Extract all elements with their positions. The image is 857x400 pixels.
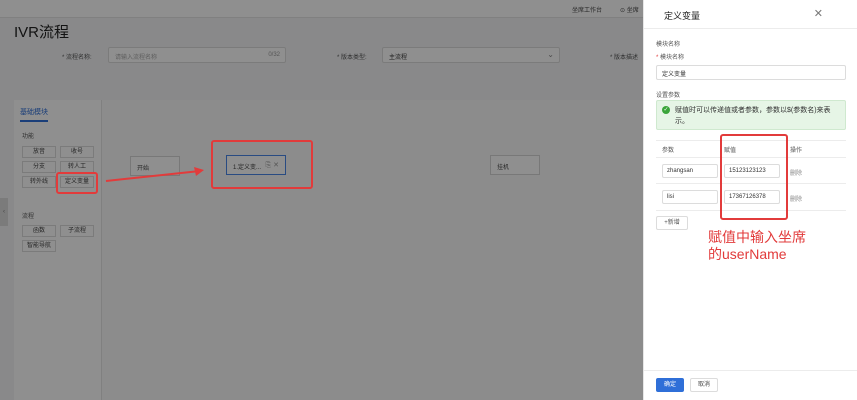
palette-item-collect[interactable]: 收号 bbox=[60, 146, 94, 158]
annotation-line-2: 的userName bbox=[708, 246, 787, 262]
check-circle-icon: ✓ bbox=[662, 106, 670, 114]
drawer-footer-divider bbox=[644, 370, 857, 371]
col-header-action: 操作 bbox=[790, 148, 803, 154]
workbench-link[interactable]: 坐席工作台 bbox=[572, 5, 602, 14]
user-menu[interactable]: ⊙ 坐席 bbox=[620, 5, 639, 14]
confirm-button[interactable]: 确定 bbox=[656, 378, 684, 392]
annotation-line-1: 赋值中输入坐席 bbox=[708, 229, 806, 245]
page-title: IVR流程 bbox=[14, 24, 70, 41]
module-name-label: * 模块名称 bbox=[656, 55, 685, 61]
flow-name-count: 0/32 bbox=[268, 52, 280, 58]
palette-item-play[interactable]: 放音 bbox=[22, 146, 56, 158]
module-name-section: 模块名称 bbox=[656, 42, 681, 48]
tab-basic-modules[interactable]: 基础模块 bbox=[20, 107, 48, 122]
palette-item-function[interactable]: 函数 bbox=[22, 225, 56, 237]
version-type-select[interactable]: 主流程 ⌄ bbox=[382, 47, 560, 63]
delete-row-button[interactable]: 删除 bbox=[790, 194, 802, 203]
annotation-box-canvas-node bbox=[211, 140, 313, 189]
flow-section-title: 流程 bbox=[22, 214, 35, 220]
annotation-box-palette-item bbox=[56, 172, 98, 194]
params-section-title: 设置参数 bbox=[656, 93, 681, 99]
top-bar: 坐席工作台 ⊙ 坐席 bbox=[0, 0, 643, 18]
add-param-button[interactable]: +新增 bbox=[656, 216, 688, 230]
annotation-text: 赋值中输入坐席 的userName bbox=[708, 229, 806, 263]
flow-name-placeholder: 请输入流程名称 bbox=[115, 55, 158, 61]
flow-form: * 流程名称: 请输入流程名称 0/32 * 版本类型: 主流程 ⌄ * 版本描… bbox=[0, 46, 643, 66]
collapse-handle-icon[interactable]: ‹ bbox=[0, 198, 8, 226]
function-section-title: 功能 bbox=[22, 134, 35, 140]
drawer-divider bbox=[644, 28, 857, 29]
hangup-node[interactable]: 挂机 bbox=[490, 155, 540, 175]
drawer-title: 定义变量 bbox=[664, 11, 701, 21]
palette-item-smart-nav[interactable]: 智能导航 bbox=[22, 240, 56, 252]
chevron-down-icon: ⌄ bbox=[547, 50, 554, 59]
flow-name-label: * 流程名称: bbox=[62, 55, 92, 61]
module-palette: 基础模块 功能 放音 收号 分支 转人工 转外线 定义变量 流程 函数 子流程 … bbox=[14, 100, 102, 400]
cancel-button[interactable]: 取消 bbox=[690, 378, 718, 392]
alert-text: 赋值时可以传递值或者参数，参数以$(参数名)来表示。 bbox=[675, 107, 831, 125]
module-name-input[interactable]: 定义变量 bbox=[656, 65, 846, 80]
col-header-param: 参数 bbox=[662, 148, 675, 154]
palette-item-branch[interactable]: 分支 bbox=[22, 161, 56, 173]
version-type-label: * 版本类型: bbox=[337, 55, 367, 61]
delete-row-button[interactable]: 删除 bbox=[790, 168, 802, 177]
annotation-box-value-column bbox=[720, 134, 788, 220]
param-input[interactable]: zhangsan bbox=[662, 164, 718, 178]
close-icon[interactable]: ✕ bbox=[814, 7, 823, 20]
version-type-value: 主流程 bbox=[389, 55, 408, 61]
palette-item-subflow[interactable]: 子流程 bbox=[60, 225, 94, 237]
param-input[interactable]: lisi bbox=[662, 190, 718, 204]
annotation-arrow-icon bbox=[105, 167, 204, 182]
palette-item-transfer-external[interactable]: 转外线 bbox=[22, 176, 56, 188]
ivr-editor-background: 坐席工作台 ⊙ 坐席 IVR流程 * 流程名称: 请输入流程名称 0/32 * … bbox=[0, 0, 643, 400]
info-alert: ✓ 赋值时可以传递值或者参数，参数以$(参数名)来表示。 bbox=[656, 100, 846, 130]
version-desc-label: * 版本描述 bbox=[610, 55, 639, 61]
module-name-label-text: 模块名称 bbox=[660, 55, 685, 61]
flow-name-input[interactable]: 请输入流程名称 0/32 bbox=[108, 47, 286, 63]
flow-canvas-area: 基础模块 功能 放音 收号 分支 转人工 转外线 定义变量 流程 函数 子流程 … bbox=[14, 100, 643, 400]
